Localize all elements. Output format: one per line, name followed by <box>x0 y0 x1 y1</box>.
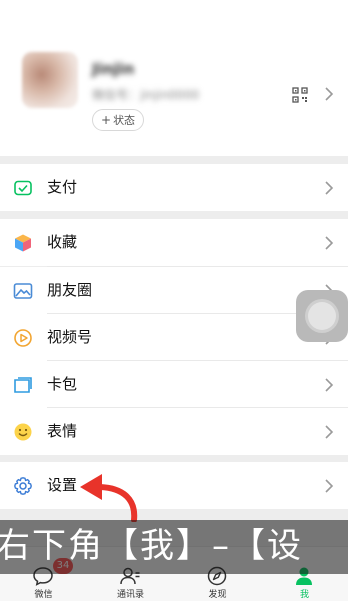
chevron-right-icon <box>325 236 334 250</box>
menu-item-cards[interactable]: 卡包 <box>0 361 348 408</box>
tab-label-discover: 发现 <box>208 590 227 600</box>
chevron-right-icon <box>325 181 334 195</box>
gear-icon <box>14 477 32 495</box>
nickname: Jinjin <box>92 60 135 78</box>
wallet-check-icon <box>14 180 32 196</box>
plus-icon: + <box>101 113 112 127</box>
tutorial-subtitle: 右下角【我】–【设 <box>0 520 348 574</box>
chevron-right-icon <box>325 87 334 101</box>
menu-label-pay: 支付 <box>47 178 78 196</box>
chevron-right-icon <box>325 378 334 392</box>
menu-label-moments: 朋友圈 <box>47 281 93 299</box>
cube-icon <box>15 234 31 252</box>
play-circle-icon <box>14 329 32 347</box>
profile-header[interactable]: Jinjin 微信号：jinjin0000 + 状态 <box>0 0 348 156</box>
menu-label-favorites: 收藏 <box>47 233 78 251</box>
wechat-id: 微信号：jinjin0000 <box>92 88 200 102</box>
menu-item-stickers[interactable]: 表情 <box>0 408 348 455</box>
tab-label-contacts: 通讯录 <box>116 590 144 600</box>
annotation-arrow-icon <box>80 474 138 522</box>
qr-code-icon[interactable] <box>292 87 308 103</box>
tab-label-chats: 微信 <box>34 590 53 600</box>
chevron-right-icon <box>325 425 334 439</box>
menu-label-stickers: 表情 <box>47 422 78 440</box>
menu-label-cards: 卡包 <box>47 375 78 393</box>
card-wallet-icon <box>14 377 32 393</box>
chevron-right-icon <box>325 479 334 493</box>
add-status-button[interactable]: + 状态 <box>92 109 145 131</box>
floating-assistive-button[interactable] <box>296 290 348 342</box>
tab-label-me: 我 <box>299 590 309 600</box>
landscape-photo-icon <box>13 283 33 299</box>
subtitle-text: 右下角【我】–【设 <box>0 526 303 566</box>
avatar[interactable] <box>22 52 78 108</box>
smiley-icon <box>14 423 32 441</box>
menu-label-settings: 设置 <box>47 476 78 494</box>
menu-item-favorites[interactable]: 收藏 <box>0 219 348 266</box>
status-label: 状态 <box>113 114 136 127</box>
menu-item-pay[interactable]: 支付 <box>0 164 348 211</box>
menu-item-settings[interactable]: 设置 <box>0 462 348 509</box>
menu-label-channels: 视频号 <box>47 328 93 346</box>
